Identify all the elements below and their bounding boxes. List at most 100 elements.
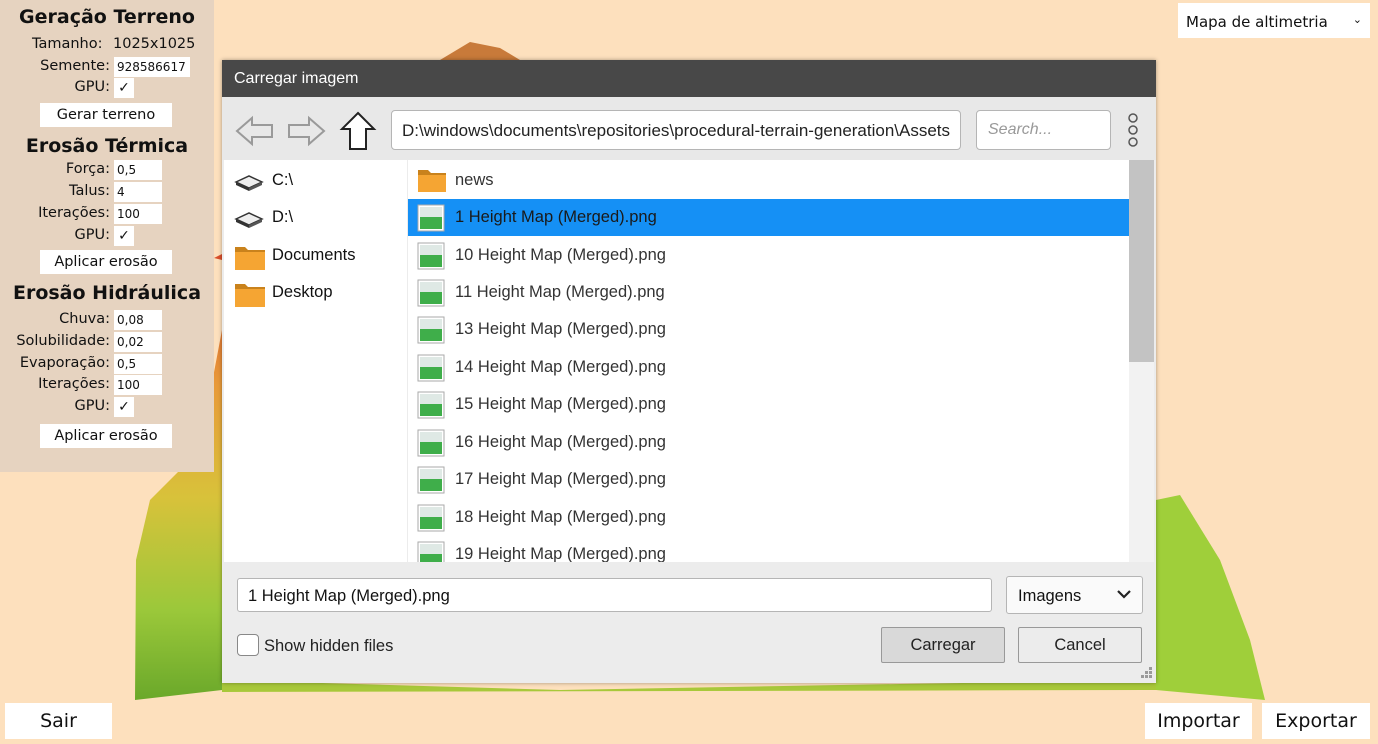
image-file-icon xyxy=(417,429,445,457)
filename-input[interactable]: 1 Height Map (Merged).png xyxy=(237,578,992,612)
sidebar-item-desktop[interactable]: Desktop xyxy=(224,274,407,311)
list-item[interactable]: 19 Height Map (Merged).png xyxy=(408,536,1129,562)
file-name: 18 Height Map (Merged).png xyxy=(455,508,666,526)
show-hidden-checkbox[interactable] xyxy=(237,634,259,656)
list-item[interactable]: 18 Height Map (Merged).png xyxy=(408,499,1129,536)
list-item[interactable]: news xyxy=(408,162,1129,199)
image-file-icon xyxy=(417,466,445,494)
parameters-panel: Geração Terreno Tamanho: 1025x1025 Semen… xyxy=(0,0,214,472)
scrollbar-thumb[interactable] xyxy=(1129,160,1154,362)
image-file-icon xyxy=(417,391,445,419)
gpu-label: GPU: xyxy=(74,79,110,95)
list-item-selected[interactable]: 1 Height Map (Merged).png xyxy=(408,199,1129,236)
sidebar-item-d-drive[interactable]: D:\ xyxy=(224,199,407,236)
list-item[interactable]: 15 Height Map (Merged).png xyxy=(408,386,1129,423)
force-input[interactable]: 0,5 xyxy=(114,160,162,180)
evaporation-row: Evaporação: 0,5 xyxy=(0,354,214,374)
file-name: 17 Height Map (Merged).png xyxy=(455,470,666,488)
sidebar-item-documents[interactable]: Documents xyxy=(224,237,407,274)
back-arrow-icon[interactable] xyxy=(234,111,276,151)
seed-label: Semente: xyxy=(40,58,110,74)
folder-icon xyxy=(235,284,265,307)
image-file-icon xyxy=(417,354,445,382)
file-name: 1 Height Map (Merged).png xyxy=(455,208,657,226)
apply-thermal-erosion-button[interactable]: Aplicar erosão xyxy=(40,250,172,274)
list-item[interactable]: 14 Height Map (Merged).png xyxy=(408,349,1129,386)
chevron-down-icon: ⌄ xyxy=(1352,13,1362,26)
image-file-icon xyxy=(417,504,445,532)
force-label: Força: xyxy=(65,161,110,177)
force-row: Força: 0,5 xyxy=(0,160,214,180)
forward-arrow-icon[interactable] xyxy=(285,111,327,151)
gen-gpu-row: GPU: ✓ xyxy=(0,78,214,98)
hydraulic-gpu-row: GPU: ✓ xyxy=(0,397,214,417)
list-item[interactable]: 10 Height Map (Merged).png xyxy=(408,237,1129,274)
more-options-icon[interactable] xyxy=(1122,111,1144,151)
file-name: 15 Height Map (Merged).png xyxy=(455,395,666,413)
image-file-icon xyxy=(417,242,445,270)
talus-input[interactable]: 4 xyxy=(114,182,162,202)
chevron-down-icon xyxy=(1117,590,1131,599)
view-mode-value: Mapa de altimetria xyxy=(1186,13,1328,31)
size-row: Tamanho: 1025x1025 xyxy=(0,35,214,55)
file-name: 19 Height Map (Merged).png xyxy=(455,545,666,562)
sidebar-item-label: C:\ xyxy=(272,171,294,189)
talus-label: Talus: xyxy=(68,183,110,199)
places-sidebar: C:\ D:\ Documents Desktop xyxy=(224,160,407,562)
thermal-gpu-checkbox[interactable]: ✓ xyxy=(114,226,134,246)
list-item[interactable]: 13 Height Map (Merged).png xyxy=(408,311,1129,348)
gpu-label: GPU: xyxy=(74,227,110,243)
apply-hydraulic-erosion-button[interactable]: Aplicar erosão xyxy=(40,424,172,448)
filetype-select[interactable]: Imagens xyxy=(1006,576,1143,614)
thermal-gpu-row: GPU: ✓ xyxy=(0,226,214,246)
thermal-iterations-row: Iterações: 100 xyxy=(0,204,214,224)
view-mode-select[interactable]: Mapa de altimetria ⌄ xyxy=(1178,3,1370,38)
file-name: 11 Height Map (Merged).png xyxy=(455,283,665,301)
size-label: Tamanho: xyxy=(32,36,103,52)
list-item[interactable]: 17 Height Map (Merged).png xyxy=(408,461,1129,498)
path-input[interactable]: D:\windows\documents\repositories\proced… xyxy=(391,110,961,150)
list-item[interactable]: 11 Height Map (Merged).png xyxy=(408,274,1129,311)
load-button[interactable]: Carregar xyxy=(881,627,1005,663)
load-image-dialog: Carregar imagem D:\windows\documents\rep… xyxy=(222,60,1156,683)
import-button[interactable]: Importar xyxy=(1145,703,1252,739)
hydraulic-gpu-checkbox[interactable]: ✓ xyxy=(114,397,134,417)
up-arrow-icon[interactable] xyxy=(337,111,379,151)
evaporation-input[interactable]: 0,5 xyxy=(114,354,162,374)
sidebar-item-label: Desktop xyxy=(272,283,333,301)
generate-terrain-button[interactable]: Gerar terreno xyxy=(40,103,172,127)
rain-input[interactable]: 0,08 xyxy=(114,310,162,330)
file-name: news xyxy=(455,171,494,189)
rain-row: Chuva: 0,08 xyxy=(0,310,214,330)
drive-icon xyxy=(234,175,264,191)
file-name: 10 Height Map (Merged).png xyxy=(455,246,666,264)
search-input[interactable]: Search... xyxy=(976,110,1111,150)
folder-icon xyxy=(235,247,265,270)
sidebar-item-c-drive[interactable]: C:\ xyxy=(224,162,407,199)
thermal-iterations-input[interactable]: 100 xyxy=(114,204,162,224)
hydraulic-iterations-input[interactable]: 100 xyxy=(114,375,162,395)
solubility-label: Solubilidade: xyxy=(16,333,110,349)
dialog-title: Carregar imagem xyxy=(222,60,1156,97)
gen-gpu-checkbox[interactable]: ✓ xyxy=(114,78,134,98)
file-name: 14 Height Map (Merged).png xyxy=(455,358,666,376)
dialog-toolbar: D:\windows\documents\repositories\proced… xyxy=(222,97,1156,160)
export-button[interactable]: Exportar xyxy=(1262,703,1370,739)
image-file-icon xyxy=(417,204,445,232)
image-file-icon xyxy=(417,541,445,562)
sidebar-item-label: Documents xyxy=(272,246,356,264)
cancel-button[interactable]: Cancel xyxy=(1018,627,1142,663)
folder-icon xyxy=(418,170,446,192)
list-item[interactable]: 16 Height Map (Merged).png xyxy=(408,424,1129,461)
exit-button[interactable]: Sair xyxy=(5,703,112,739)
drive-icon xyxy=(234,212,264,228)
seed-row: Semente: 928586617 xyxy=(0,57,214,77)
solubility-row: Solubilidade: 0,02 xyxy=(0,332,214,352)
solubility-input[interactable]: 0,02 xyxy=(114,332,162,352)
evaporation-label: Evaporação: xyxy=(19,355,110,371)
resize-grip-icon[interactable] xyxy=(1136,664,1154,682)
gpu-label: GPU: xyxy=(74,398,110,414)
show-hidden-label: Show hidden files xyxy=(264,637,394,655)
seed-input[interactable]: 928586617 xyxy=(114,57,190,77)
file-list: news 1 Height Map (Merged).png 10 Height… xyxy=(408,160,1129,562)
